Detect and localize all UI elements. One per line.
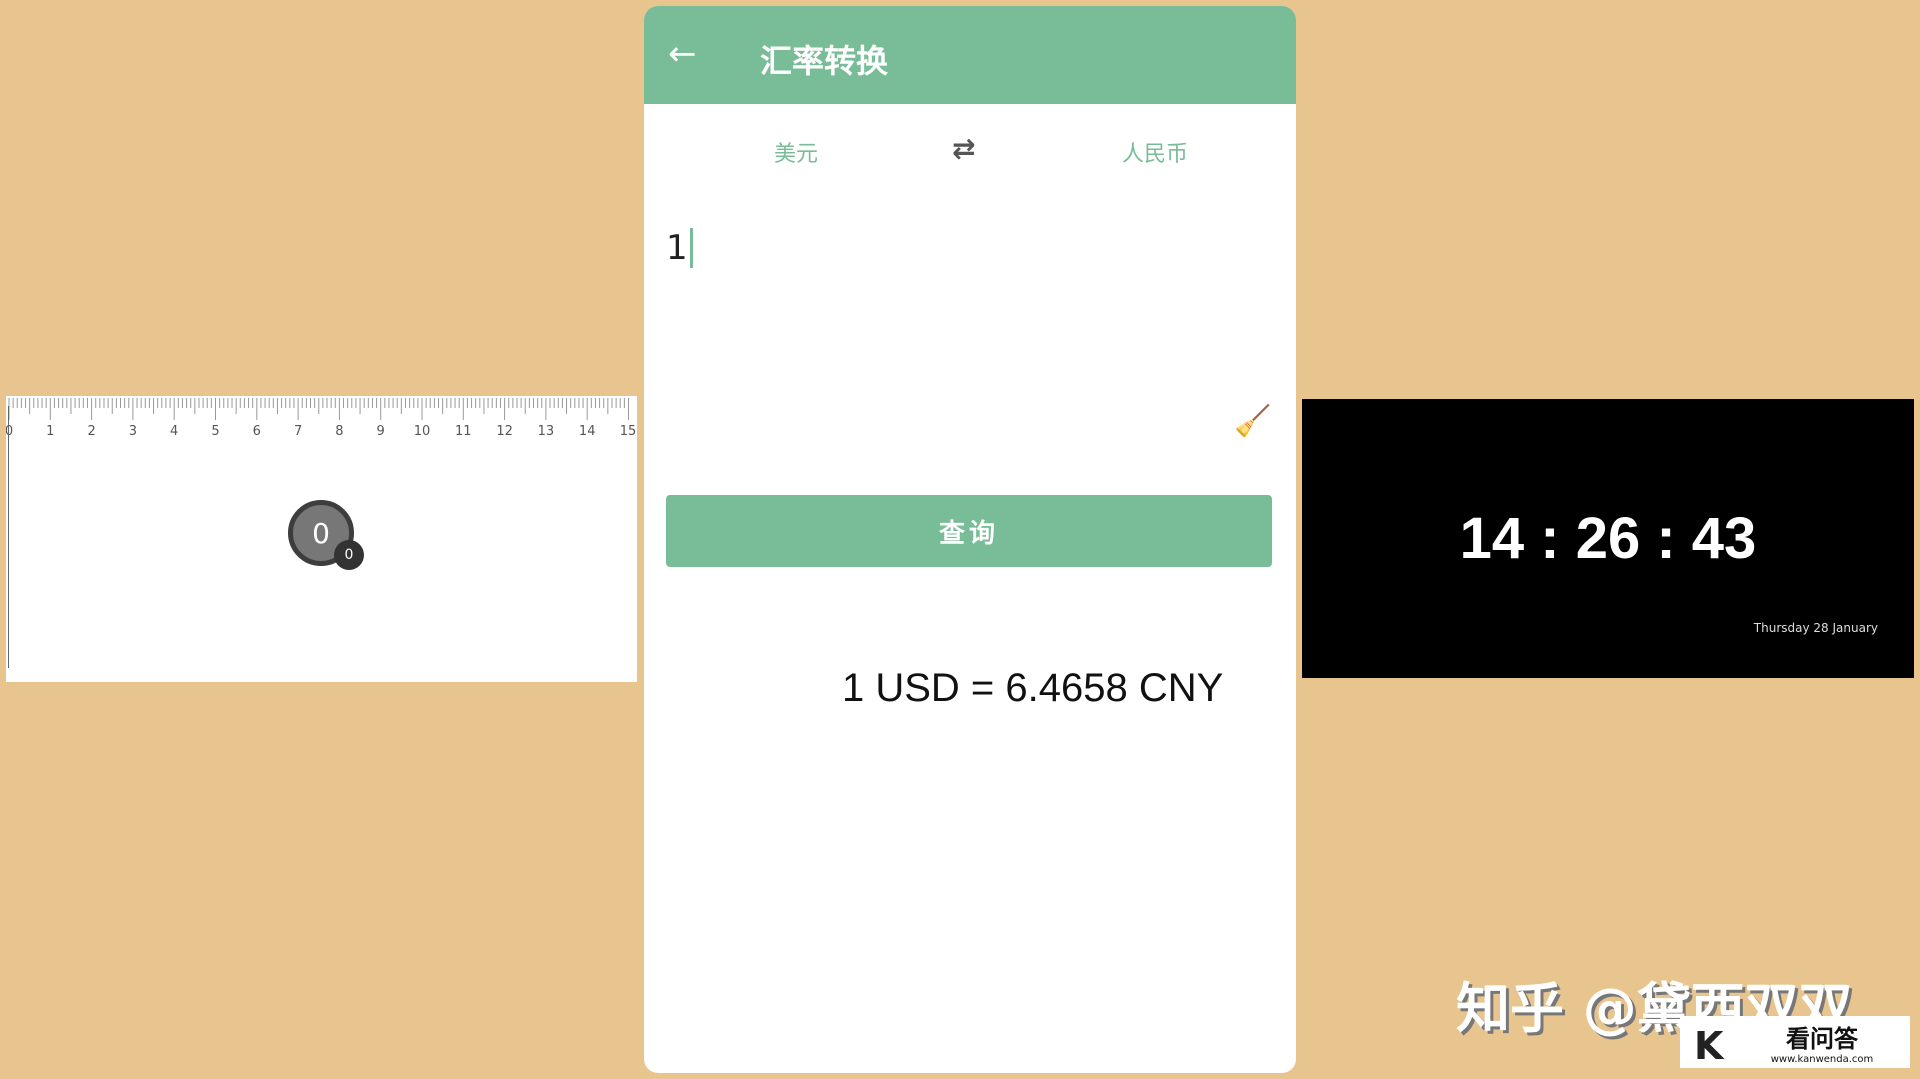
ruler-label: 1	[46, 424, 54, 439]
clock-time: 14 : 26 : 43	[1459, 506, 1757, 571]
ruler-label: 10	[414, 424, 431, 439]
kanwenda-url: www.kanwenda.com	[1770, 1054, 1874, 1065]
ruler-label: 11	[455, 424, 472, 439]
ruler-label: 13	[538, 424, 555, 439]
broom-icon[interactable]: 🧹	[1234, 404, 1271, 439]
coin-value: 0	[312, 516, 330, 550]
back-arrow-icon[interactable]: ←	[668, 34, 697, 74]
kanwenda-name: 看问答	[1786, 1025, 1858, 1053]
exchange-app: ← 汇率转换 美元 ⇄ 人民币 1 🧹 查询 1 USD = 6.4658 CN…	[644, 6, 1296, 1073]
to-currency[interactable]: 人民币	[1122, 136, 1188, 168]
from-currency[interactable]: 美元	[774, 136, 818, 168]
conversion-result: 1 USD = 6.4658 CNY	[842, 666, 1224, 710]
ruler-label: 7	[294, 424, 302, 439]
amount-input[interactable]: 1	[666, 228, 693, 268]
swap-arrows-icon[interactable]: ⇄	[952, 132, 975, 165]
app-bar: ← 汇率转换	[644, 6, 1296, 104]
clock-widget: 14 : 26 : 43 Thursday 28 January	[1302, 399, 1914, 678]
ruler-label: 12	[496, 424, 513, 439]
kanwenda-logo-icon: K	[1694, 1024, 1724, 1068]
query-button[interactable]: 查询	[666, 495, 1272, 567]
text-caret	[689, 228, 693, 268]
ruler-label: 8	[335, 424, 343, 439]
kanwenda-badge: K 看问答 www.kanwenda.com	[1680, 1016, 1910, 1068]
ruler-label: 5	[211, 424, 219, 439]
ruler-zero-line	[8, 406, 9, 668]
amount-value: 1	[666, 228, 688, 268]
ruler-label: 4	[170, 424, 178, 439]
ruler-label: 3	[129, 424, 137, 439]
ruler-label: 14	[579, 424, 596, 439]
page-title: 汇率转换	[760, 42, 889, 80]
clock-date: Thursday 28 January	[1753, 621, 1878, 635]
coin-badge: 0	[334, 540, 364, 570]
ruler-label: 9	[377, 424, 385, 439]
ruler-label: 6	[253, 424, 261, 439]
ruler-label: 2	[87, 424, 95, 439]
ruler-label: 15	[620, 424, 637, 439]
ruler-scale: 0 1 2 3 4 5 6 7 8 9 10 11 12 13 14 15	[6, 398, 637, 439]
